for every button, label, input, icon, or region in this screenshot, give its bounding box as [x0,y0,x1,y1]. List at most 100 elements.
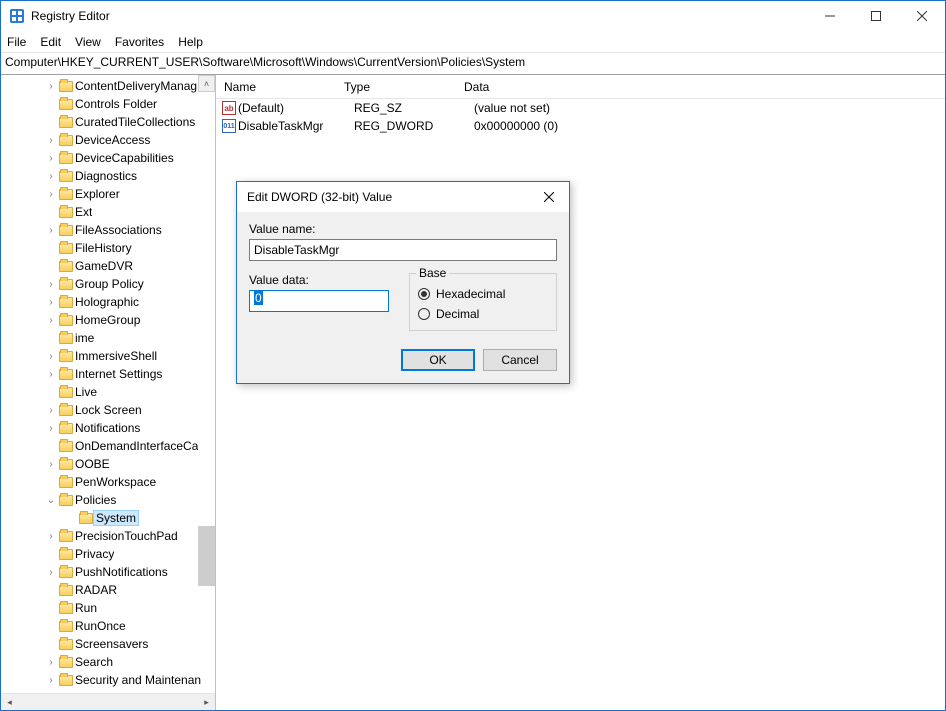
tree-item[interactable]: › Notifications [1,419,215,437]
chevron-right-icon[interactable]: › [45,351,57,362]
col-header-data[interactable]: Data [456,80,945,94]
tree-item[interactable]: ›Security and Maintenan [1,671,215,689]
tree-item[interactable]: ›Group Policy [1,275,215,293]
folder-icon [57,549,75,560]
tree-item[interactable]: ›Lock Screen [1,401,215,419]
chevron-right-icon[interactable]: › [45,405,57,416]
tree-item[interactable]: ›DeviceCapabilities [1,149,215,167]
tree-item[interactable]: ›Diagnostics [1,167,215,185]
tree-item[interactable]: CuratedTileCollections [1,113,215,131]
tree-item[interactable]: OnDemandInterfaceCa [1,437,215,455]
radio-decimal[interactable]: Decimal [418,304,548,324]
chevron-right-icon[interactable]: › [45,153,57,164]
chevron-right-icon[interactable]: › [45,675,57,686]
value-data-input[interactable]: 0 [249,290,389,312]
chevron-right-icon[interactable]: › [45,369,57,380]
tree-item-label: Notifications [75,421,140,435]
tree-item[interactable]: › Search [1,653,215,671]
tree-item[interactable]: System [1,509,215,527]
chevron-right-icon[interactable]: › [45,81,57,92]
tree-item[interactable]: ›ImmersiveShell [1,347,215,365]
folder-icon [57,243,75,254]
col-header-name[interactable]: Name [216,80,336,94]
address-bar[interactable]: Computer\HKEY_CURRENT_USER\Software\Micr… [1,53,945,75]
list-header: Name Type Data [216,75,945,99]
chevron-right-icon[interactable]: › [45,315,57,326]
menu-view[interactable]: View [75,35,101,49]
dialog-title: Edit DWORD (32-bit) Value [247,190,529,204]
tree-item[interactable]: RunOnce [1,617,215,635]
minimize-button[interactable] [807,1,853,31]
tree-item-label: CuratedTileCollections [75,115,195,129]
chevron-right-icon[interactable]: › [45,567,57,578]
hscroll-left-icon[interactable]: ◂ [1,694,18,711]
chevron-right-icon[interactable]: › [45,171,57,182]
menu-favorites[interactable]: Favorites [115,35,164,49]
tree-item[interactable]: PenWorkspace [1,473,215,491]
tree-item-label: Ext [75,205,92,219]
tree-item[interactable]: ›ContentDeliveryManag [1,77,215,95]
chevron-right-icon[interactable]: › [45,657,57,668]
tree-item[interactable]: › Holographic [1,293,215,311]
tree-item[interactable]: ›FileAssociations [1,221,215,239]
ok-button[interactable]: OK [401,349,475,371]
radio-hexadecimal[interactable]: Hexadecimal [418,284,548,304]
tree-item[interactable]: GameDVR [1,257,215,275]
value-name-input[interactable] [249,239,557,261]
tree-item[interactable]: FileHistory [1,239,215,257]
hscroll-right-icon[interactable]: ▸ [198,694,215,711]
chevron-right-icon[interactable]: › [45,423,57,434]
tree-item[interactable]: ›OOBE [1,455,215,473]
chevron-right-icon[interactable]: › [45,297,57,308]
tree-item[interactable]: ›Explorer [1,185,215,203]
address-text: Computer\HKEY_CURRENT_USER\Software\Micr… [5,55,525,69]
maximize-button[interactable] [853,1,899,31]
tree-item-label: Holographic [75,295,139,309]
tree-item[interactable]: ›Internet Settings [1,365,215,383]
tree-item[interactable]: ⌄Policies [1,491,215,509]
tree-item[interactable]: Live [1,383,215,401]
tree-item[interactable]: ›HomeGroup [1,311,215,329]
tree-item[interactable]: Privacy [1,545,215,563]
tree-item-label: Privacy [75,547,114,561]
folder-icon [57,135,75,146]
list-row[interactable]: ab(Default)REG_SZ(value not set) [216,99,945,117]
chevron-right-icon[interactable]: › [45,279,57,290]
tree-item-label: PushNotifications [75,565,168,579]
chevron-right-icon[interactable]: › [45,189,57,200]
menu-edit[interactable]: Edit [40,35,61,49]
tree-item-label: PrecisionTouchPad [75,529,178,543]
titlebar: Registry Editor [1,1,945,31]
tree-item[interactable]: RADAR [1,581,215,599]
dialog-close-button[interactable] [529,182,569,212]
folder-icon [57,279,75,290]
tree-item[interactable]: Run [1,599,215,617]
tree-hscroll[interactable]: ◂ ▸ [1,693,215,710]
tree-item[interactable]: ›DeviceAccess [1,131,215,149]
dialog-titlebar: Edit DWORD (32-bit) Value [237,182,569,212]
tree-item-label: Run [75,601,97,615]
cell-data: 0x00000000 (0) [474,119,558,133]
tree-item[interactable]: Ext [1,203,215,221]
tree-item[interactable]: Screensavers [1,635,215,653]
close-button[interactable] [899,1,945,31]
tree-item-label: Search [75,655,113,669]
chevron-right-icon[interactable]: › [45,135,57,146]
menu-file[interactable]: File [7,35,26,49]
cell-data: (value not set) [474,101,550,115]
chevron-down-icon[interactable]: ⌄ [45,495,57,506]
chevron-right-icon[interactable]: › [45,459,57,470]
tree-item[interactable]: › PrecisionTouchPad [1,527,215,545]
chevron-right-icon[interactable]: › [45,225,57,236]
folder-icon [57,261,75,272]
tree-item[interactable]: › PushNotifications [1,563,215,581]
list-row[interactable]: 011DisableTaskMgrREG_DWORD0x00000000 (0) [216,117,945,135]
cancel-button[interactable]: Cancel [483,349,557,371]
col-header-type[interactable]: Type [336,80,456,94]
tree-item[interactable]: ime [1,329,215,347]
value-data-label: Value data: [249,273,389,287]
menu-help[interactable]: Help [178,35,203,49]
tree-item[interactable]: Controls Folder [1,95,215,113]
folder-icon [57,81,75,92]
chevron-right-icon[interactable]: › [45,531,57,542]
